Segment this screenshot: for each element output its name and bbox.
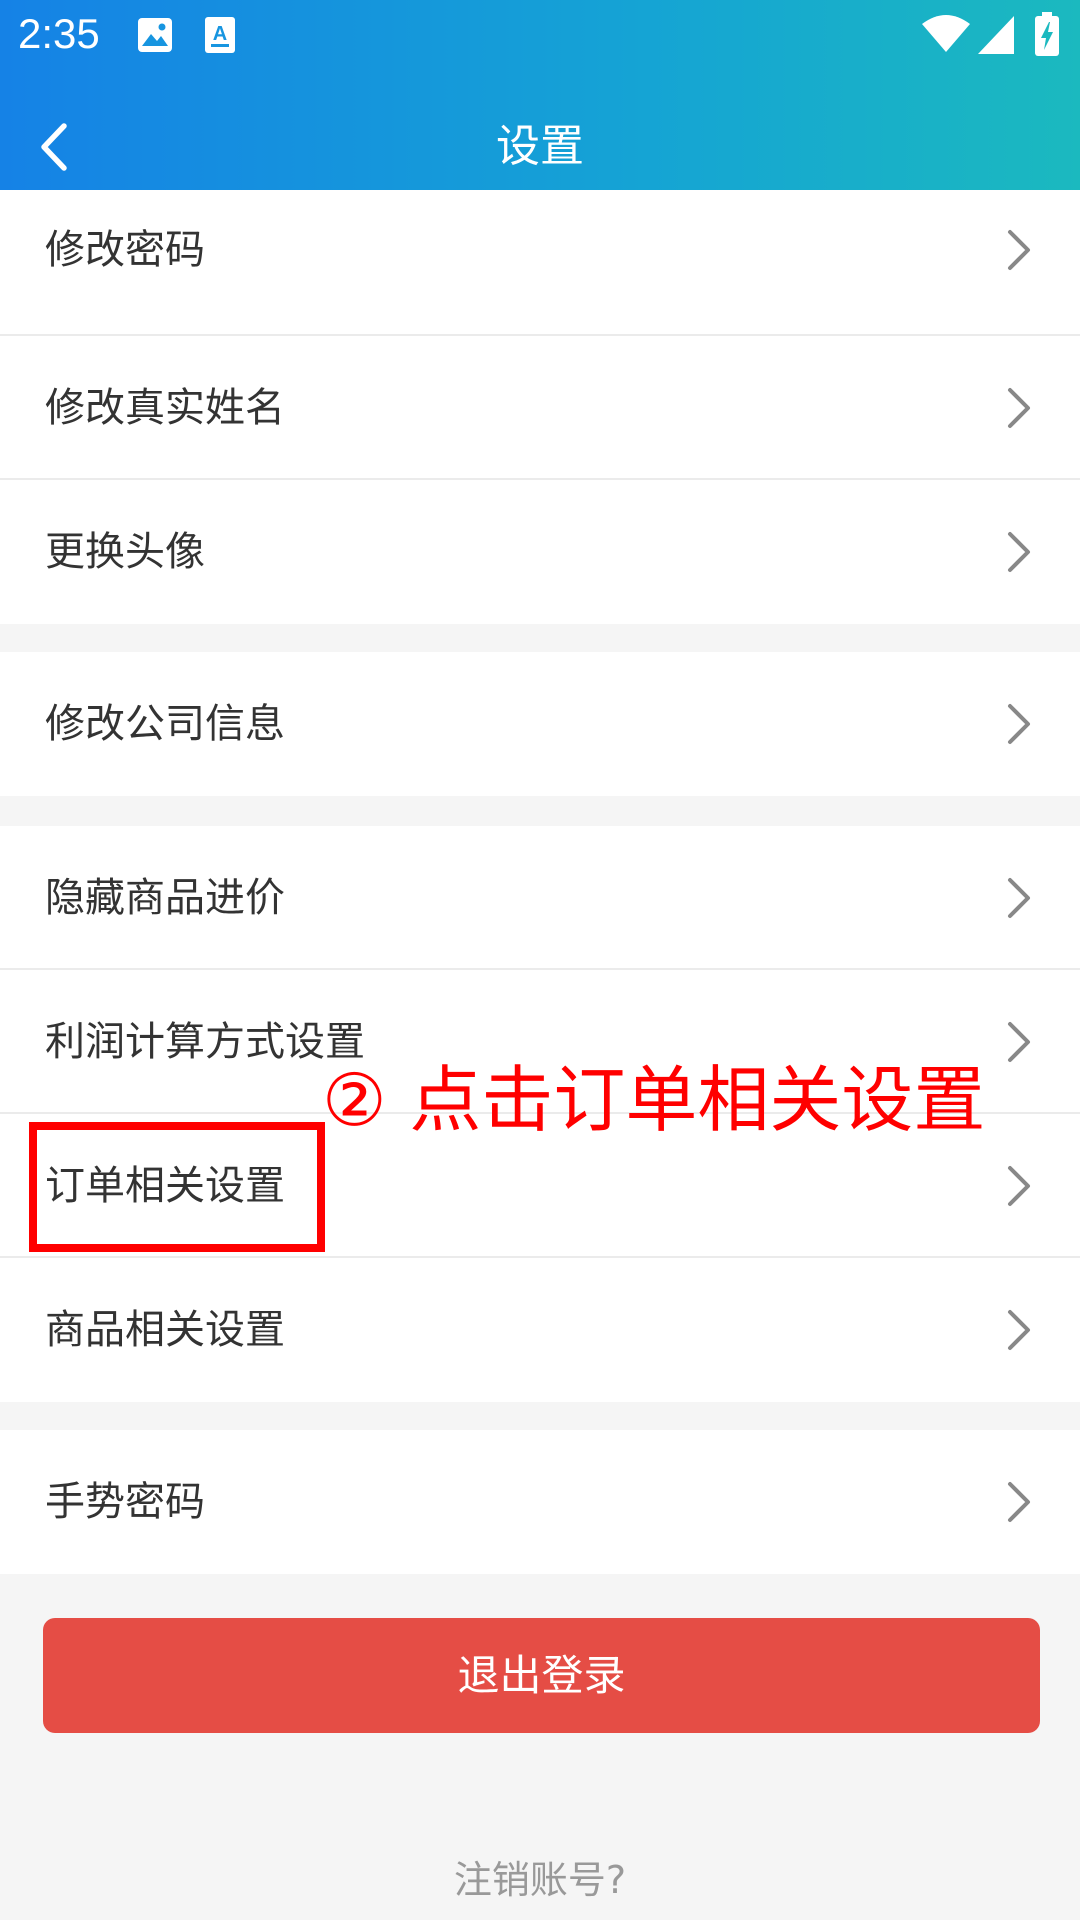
chevron-right-icon [1008, 1310, 1030, 1350]
settings-item-label: 修改真实姓名 [45, 385, 285, 431]
signal-icon [978, 16, 1014, 54]
settings-item-change-real-name[interactable]: 修改真实姓名 [0, 336, 1080, 480]
chevron-right-icon [1008, 532, 1030, 572]
logout-button[interactable]: 退出登录 [43, 1618, 1040, 1733]
settings-item-label: 更换头像 [45, 529, 205, 575]
settings-item-hide-cost-price[interactable]: 隐藏商品进价 [0, 826, 1080, 970]
chevron-right-icon [1008, 1166, 1030, 1206]
delete-account-link[interactable]: 注销账号? [0, 1845, 1080, 1915]
svg-text:A: A [213, 23, 227, 45]
settings-item-label: 隐藏商品进价 [45, 875, 285, 921]
settings-item-gesture-password[interactable]: 手势密码 [0, 1430, 1080, 1574]
battery-charging-icon [1035, 12, 1059, 56]
wifi-icon [922, 15, 970, 52]
chevron-right-icon [1008, 1482, 1030, 1522]
settings-item-product-settings[interactable]: 商品相关设置 [0, 1258, 1080, 1402]
chevron-right-icon [1008, 230, 1030, 270]
status-time: 2:35 [18, 10, 100, 57]
chevron-right-icon [1008, 878, 1030, 918]
chevron-right-icon [1008, 704, 1030, 744]
back-button[interactable] [18, 107, 90, 187]
settings-item-label: 商品相关设置 [45, 1307, 285, 1353]
chevron-right-icon [1008, 1022, 1030, 1062]
annotation-text: ② 点击订单相关设置 [322, 1058, 986, 1142]
highlight-box [29, 1122, 325, 1252]
settings-item-label: 修改公司信息 [45, 701, 285, 747]
settings-item-label: 手势密码 [45, 1479, 205, 1525]
settings-item-change-avatar[interactable]: 更换头像 [0, 480, 1080, 624]
image-icon [138, 18, 172, 52]
a-text-icon: A [205, 17, 235, 53]
chevron-right-icon [1008, 388, 1030, 428]
chevron-left-icon [41, 123, 67, 171]
settings-item-label: 修改密码 [45, 227, 205, 273]
settings-item-change-password[interactable]: 修改密码 [0, 190, 1080, 334]
settings-item-label: 利润计算方式设置 [45, 1019, 365, 1065]
status-bar: 2:35 A [0, 0, 1080, 72]
settings-item-change-company-info[interactable]: 修改公司信息 [0, 652, 1080, 796]
